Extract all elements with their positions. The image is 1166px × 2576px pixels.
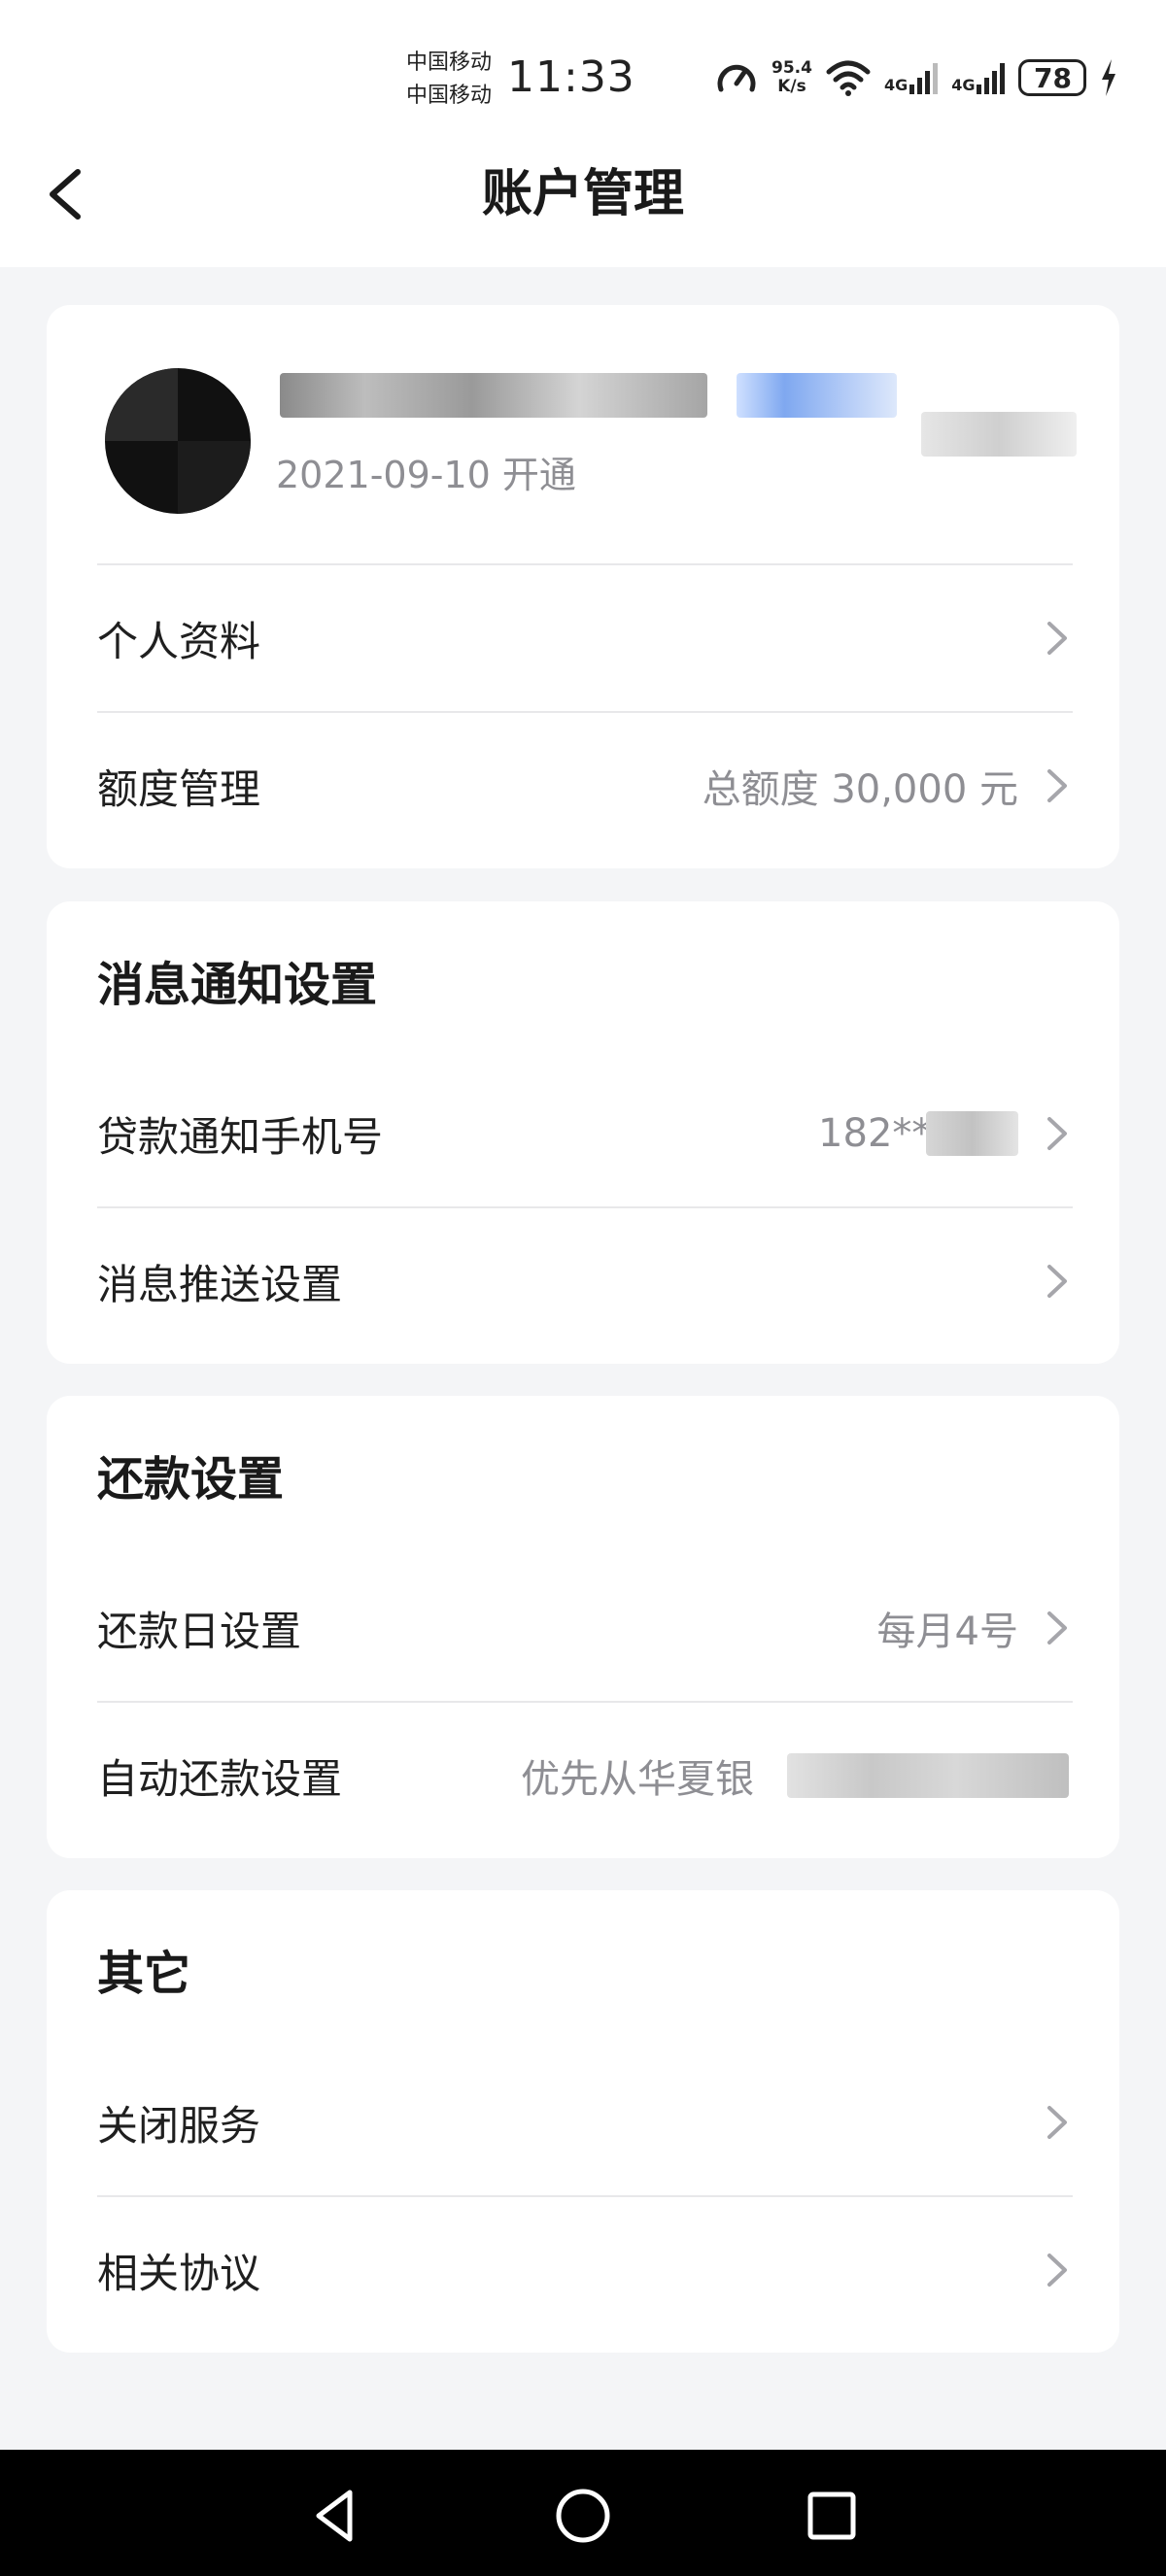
system-navigation-bar [0,2450,1166,2576]
section-title: 还款设置 [97,1452,285,1507]
row-loan-notify-phone[interactable]: 贷款通知手机号 182****( [97,1061,1073,1206]
chevron-right-icon [1047,1611,1067,1644]
row-label: 贷款通知手机号 [97,1112,384,1161]
net-speed-value: 95.4 [772,58,812,78]
signal-bars-1-icon [909,61,939,94]
row-label: 自动还款设置 [97,1754,343,1803]
chevron-right-icon [1047,769,1067,802]
signal-2: 4G [951,61,1006,94]
status-icons: 95.4 K/s 4G 4G 78 [715,52,1117,103]
charging-bolt-icon [1102,59,1116,96]
repayment-day-value: 每月4号 [876,1610,1018,1654]
row-repayment-day[interactable]: 还款日设置 每月4号 [97,1555,1073,1701]
net-speed-unit: K/s [777,77,806,96]
carrier-info: 中国移动 中国移动 [406,47,492,113]
open-date: 2021-09-10 开通 [276,454,576,496]
redacted-badge [737,373,897,418]
clock: 11:33 [507,52,635,102]
section-title: 消息通知设置 [97,958,378,1012]
redacted-bank-info [787,1753,1069,1798]
row-label: 关闭服务 [97,2101,261,2150]
signal-1: 4G [883,61,939,94]
row-label: 消息推送设置 [97,1260,343,1308]
notification-settings-card: 消息通知设置 贷款通知手机号 182****( 消息推送设置 [47,901,1119,1364]
row-auto-repayment[interactable]: 自动还款设置 优先从华夏银 [97,1703,1073,1848]
row-agreements[interactable]: 相关协议 [97,2197,1073,2343]
row-close-service[interactable]: 关闭服务 [97,2050,1073,2195]
row-label: 相关协议 [97,2249,261,2297]
battery-indicator: 78 [1018,59,1087,96]
signal-bars-2-icon [977,61,1006,94]
account-card: 2021-09-10 开通 个人资料 额度管理 总额度 30,000 元 [47,305,1119,868]
row-credit-limit[interactable]: 额度管理 总额度 30,000 元 [97,713,1073,859]
circle-home-icon[interactable] [554,2487,612,2545]
auto-repayment-value: 优先从华夏银 [521,1757,754,1802]
row-label: 额度管理 [97,764,261,813]
square-recent-icon[interactable] [803,2487,861,2545]
account-management-page: 中国移动 中国移动 11:33 95.4 K/s 4G 4G 78 账户管理 2… [0,0,1166,2576]
repayment-settings-card: 还款设置 还款日设置 每月4号 自动还款设置 优先从华夏银 [47,1396,1119,1858]
carrier-1: 中国移动 [406,51,493,75]
chevron-right-icon [1047,622,1067,655]
network-type-1: 4G [883,76,909,94]
row-label: 个人资料 [97,617,261,665]
chevron-right-icon [1047,1265,1067,1298]
net-speed: 95.4 K/s [772,59,812,96]
carrier-2: 中国移动 [406,84,493,108]
credit-limit-value: 总额度 30,000 元 [702,767,1018,812]
row-label: 还款日设置 [97,1607,302,1655]
other-card: 其它 关闭服务 相关协议 [47,1890,1119,2353]
row-push-settings[interactable]: 消息推送设置 [97,1208,1073,1354]
redacted-name [280,373,707,418]
redacted-extra [921,412,1077,457]
status-bar: 中国移动 中国移动 11:33 95.4 K/s 4G 4G 78 [0,0,1166,155]
triangle-back-icon[interactable] [307,2487,365,2545]
avatar[interactable] [105,368,251,514]
chevron-right-icon [1047,2106,1067,2139]
network-type-2: 4G [951,76,976,94]
redacted-phone [926,1111,1018,1156]
speed-gauge-icon [717,64,756,92]
row-personal-info[interactable]: 个人资料 [97,565,1073,711]
chevron-right-icon [1047,1117,1067,1150]
wifi-icon [826,60,871,96]
page-title: 账户管理 [481,165,684,223]
chevron-right-icon [1047,2254,1067,2287]
section-title: 其它 [97,1947,191,2001]
